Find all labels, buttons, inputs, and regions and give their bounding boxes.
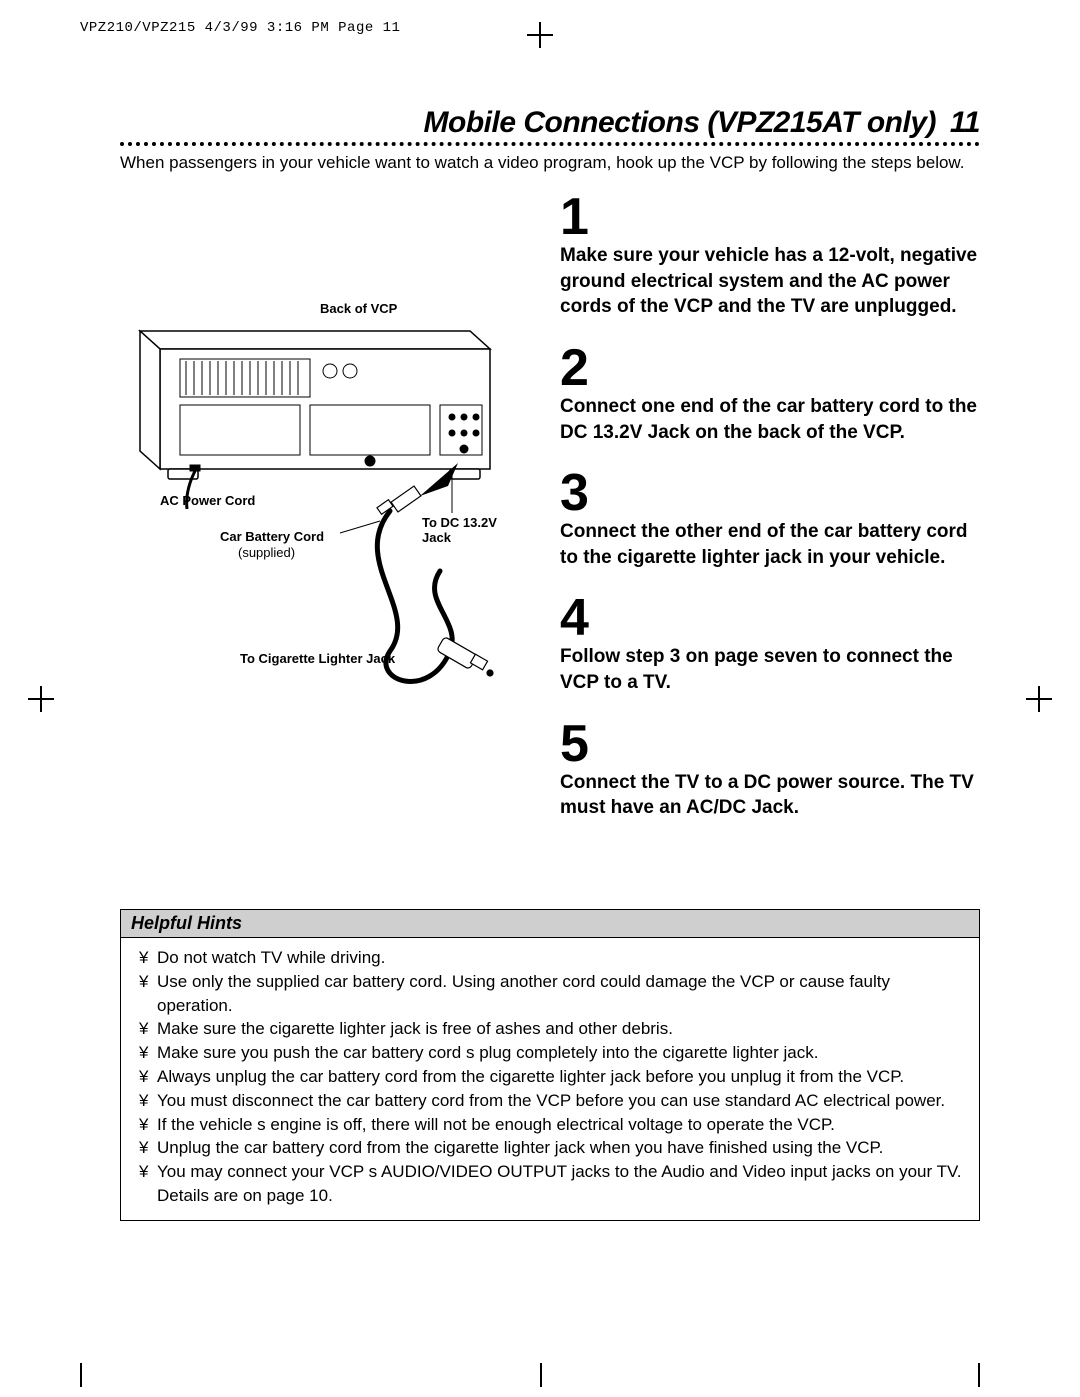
step-number: 1 bbox=[560, 191, 980, 243]
hint-item: If the vehicle s engine is off, there wi… bbox=[139, 1113, 965, 1137]
hint-item: You must disconnect the car battery cord… bbox=[139, 1089, 965, 1113]
page-content: Mobile Connections (VPZ215AT only) 11 Wh… bbox=[80, 106, 1020, 1221]
step-1: 1 Make sure your vehicle has a 12-volt, … bbox=[560, 191, 980, 320]
page-title-line: Mobile Connections (VPZ215AT only) 11 bbox=[120, 106, 980, 140]
page-title-text: Mobile Connections (VPZ215AT only) bbox=[424, 106, 936, 139]
vcp-diagram-svg bbox=[120, 301, 520, 821]
step-number: 5 bbox=[560, 718, 980, 770]
step-2: 2 Connect one end of the car battery cor… bbox=[560, 342, 980, 445]
diagram-label-dc-jack: To DC 13.2V Jack bbox=[422, 515, 520, 545]
diagram-label-supplied: (supplied) bbox=[238, 545, 295, 560]
step-text: Connect one end of the car battery cord … bbox=[560, 394, 980, 445]
vcp-diagram: Back of VCP AC Power Cord Car Battery Co… bbox=[120, 301, 520, 821]
print-meta-header: VPZ210/VPZ215 4/3/99 3:16 PM Page 11 bbox=[80, 20, 1020, 36]
step-number: 2 bbox=[560, 342, 980, 394]
step-text: Follow step 3 on page seven to connect t… bbox=[560, 644, 980, 695]
helpful-hints-heading: Helpful Hints bbox=[121, 910, 979, 938]
dotted-rule bbox=[120, 142, 980, 146]
step-3: 3 Connect the other end of the car batte… bbox=[560, 467, 980, 570]
diagram-label-back-of-vcp: Back of VCP bbox=[320, 301, 397, 316]
hint-item: Unplug the car battery cord from the cig… bbox=[139, 1136, 965, 1160]
step-text: Connect the TV to a DC power source. The… bbox=[560, 770, 980, 821]
steps-column: 1 Make sure your vehicle has a 12-volt, … bbox=[560, 191, 980, 843]
intro-paragraph: When passengers in your vehicle want to … bbox=[120, 152, 980, 175]
hint-item: You may connect your VCP s AUDIO/VIDEO O… bbox=[139, 1160, 965, 1208]
step-text: Connect the other end of the car battery… bbox=[560, 519, 980, 570]
hint-item: Always unplug the car battery cord from … bbox=[139, 1065, 965, 1089]
manual-page: VPZ210/VPZ215 4/3/99 3:16 PM Page 11 Mob… bbox=[0, 0, 1080, 1397]
diagram-label-ac-power-cord: AC Power Cord bbox=[160, 493, 255, 508]
hint-item: Make sure you push the car battery cord … bbox=[139, 1041, 965, 1065]
step-5: 5 Connect the TV to a DC power source. T… bbox=[560, 718, 980, 821]
step-4: 4 Follow step 3 on page seven to connect… bbox=[560, 592, 980, 695]
diagram-column: Back of VCP AC Power Cord Car Battery Co… bbox=[120, 191, 540, 891]
two-column-layout: Back of VCP AC Power Cord Car Battery Co… bbox=[120, 191, 980, 891]
helpful-hints-list: Do not watch TV while driving. Use only … bbox=[121, 938, 979, 1220]
diagram-label-car-battery-cord: Car Battery Cord bbox=[220, 529, 324, 544]
step-number: 4 bbox=[560, 592, 980, 644]
page-number: 11 bbox=[950, 106, 980, 139]
hint-item: Do not watch TV while driving. bbox=[139, 946, 965, 970]
hint-item: Use only the supplied car battery cord. … bbox=[139, 970, 965, 1018]
page-title: Mobile Connections (VPZ215AT only) 11 bbox=[424, 106, 980, 139]
step-text: Make sure your vehicle has a 12-volt, ne… bbox=[560, 243, 980, 320]
step-number: 3 bbox=[560, 467, 980, 519]
helpful-hints-box: Helpful Hints Do not watch TV while driv… bbox=[120, 909, 980, 1221]
diagram-label-cigarette-jack: To Cigarette Lighter Jack bbox=[240, 651, 395, 666]
hint-item: Make sure the cigarette lighter jack is … bbox=[139, 1017, 965, 1041]
